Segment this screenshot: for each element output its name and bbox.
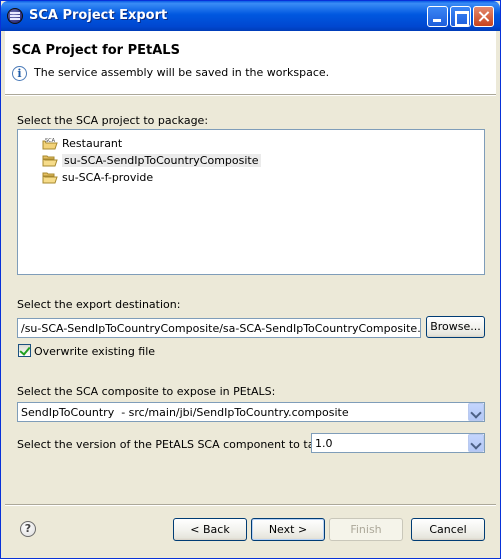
folder-icon bbox=[42, 171, 58, 184]
dialog-window: SCA Project Export SCA Project for PEtAL… bbox=[0, 0, 501, 559]
version-selected-value: 1.0 bbox=[315, 437, 333, 450]
page-title: SCA Project for PEtALS bbox=[12, 43, 180, 58]
footer-divider bbox=[5, 504, 496, 506]
tree-item-label: Restaurant bbox=[62, 136, 123, 150]
close-button[interactable] bbox=[473, 6, 494, 27]
overwrite-checkbox[interactable] bbox=[18, 344, 31, 357]
help-icon[interactable]: ? bbox=[20, 521, 36, 537]
header-divider bbox=[5, 94, 496, 96]
export-destination-label: Select the export destination: bbox=[17, 298, 181, 311]
chevron-down-icon[interactable] bbox=[468, 434, 484, 452]
tree-item-restaurant[interactable]: SCA Restaurant bbox=[42, 135, 122, 151]
window-title: SCA Project Export bbox=[29, 8, 168, 23]
maximize-button[interactable] bbox=[450, 6, 471, 27]
info-icon: i bbox=[12, 66, 27, 81]
cancel-button[interactable]: Cancel bbox=[411, 518, 485, 541]
composite-selected-value: SendIpToCountry - src/main/jbi/SendIpToC… bbox=[21, 406, 349, 419]
sca-project-icon: SCA bbox=[42, 137, 58, 150]
project-tree[interactable]: SCA Restaurant su-SCA-SendIpToCountryCom… bbox=[17, 129, 485, 275]
chevron-down-icon[interactable] bbox=[468, 403, 484, 421]
header-banner: SCA Project for PEtALS i The service ass… bbox=[5, 31, 496, 94]
version-select[interactable]: 1.0 bbox=[311, 433, 485, 453]
next-button[interactable]: Next > bbox=[251, 518, 325, 541]
minimize-button[interactable] bbox=[427, 6, 448, 27]
folder-icon bbox=[42, 154, 58, 167]
export-path-input[interactable]: /su-SCA-SendIpToCountryComposite/sa-SCA-… bbox=[17, 318, 421, 338]
composite-label: Select the SCA composite to expose in PE… bbox=[17, 385, 276, 398]
title-bar[interactable]: SCA Project Export bbox=[1, 1, 500, 31]
eclipse-app-icon bbox=[7, 8, 23, 24]
browse-button[interactable]: Browse... bbox=[426, 316, 485, 338]
version-label: Select the version of the PEtALS SCA com… bbox=[17, 438, 341, 451]
composite-select[interactable]: SendIpToCountry - src/main/jbi/SendIpToC… bbox=[17, 402, 485, 422]
tree-item-label: su-SCA-f-provide bbox=[62, 170, 154, 184]
tree-item-su-sca-f-provide[interactable]: su-SCA-f-provide bbox=[42, 169, 153, 185]
project-label: Select the SCA project to package: bbox=[17, 114, 209, 127]
svg-text:SCA: SCA bbox=[45, 138, 56, 144]
overwrite-label[interactable]: Overwrite existing file bbox=[34, 345, 155, 358]
banner-message: The service assembly will be saved in th… bbox=[34, 66, 330, 79]
tree-item-su-sca-sendiptocountrycomposite[interactable]: su-SCA-SendIpToCountryComposite bbox=[42, 152, 261, 168]
back-button[interactable]: < Back bbox=[173, 518, 247, 541]
tree-item-label: su-SCA-SendIpToCountryComposite bbox=[62, 153, 261, 167]
finish-button[interactable]: Finish bbox=[329, 518, 403, 541]
